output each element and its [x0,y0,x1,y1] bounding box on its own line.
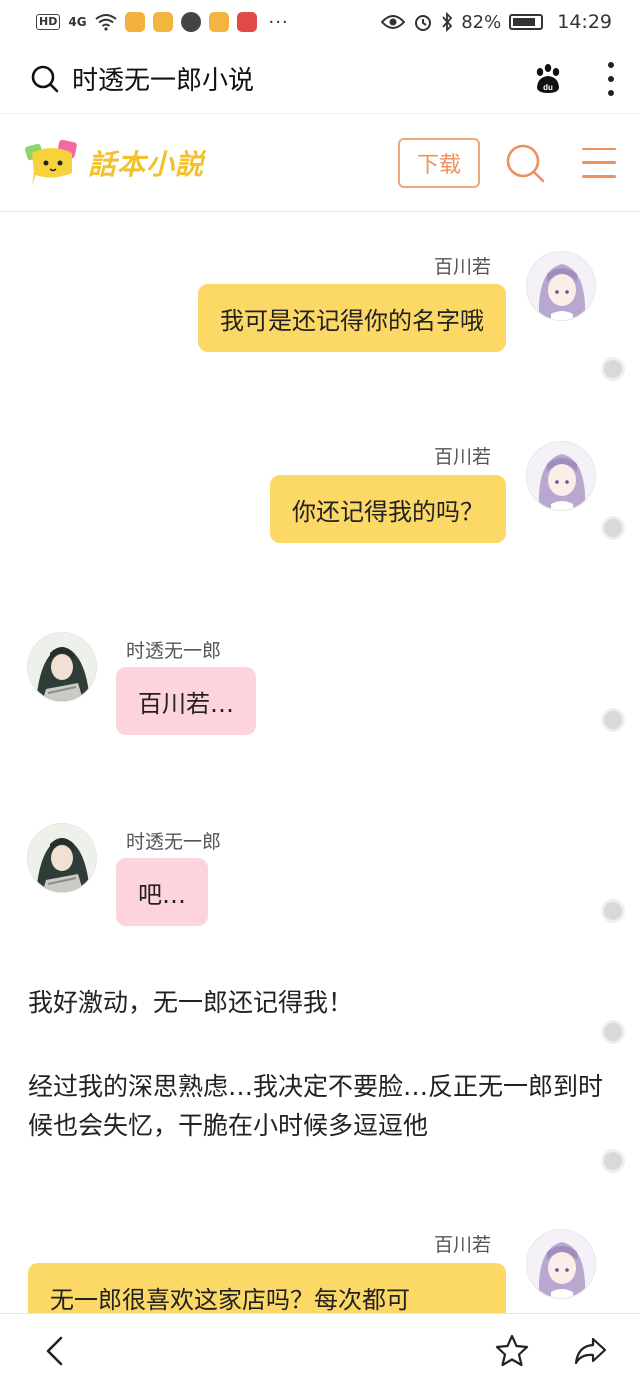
avatar-baichuanruo [526,1229,596,1299]
speaker-name: 百川若 [434,446,492,468]
bluetooth-icon [442,12,453,32]
status-bar: HD 4G ··· 82% 14:29 [0,0,640,44]
avatar-baichuanruo [526,251,596,321]
menu-icon[interactable] [582,147,616,178]
more-vertical-icon[interactable] [606,61,616,96]
speaker-name: 百川若 [434,256,492,278]
battery-icon [509,14,544,30]
speaker-name: 时透无一郎 [126,640,222,662]
status-right: 82% 14:29 [381,11,612,33]
site-logo-text[interactable]: 話本小説 [88,143,398,183]
share-icon[interactable] [572,1333,608,1369]
browser-bottom-bar [0,1313,640,1387]
comment-dot-button[interactable] [601,1149,625,1173]
chat-bubble: 吧… [116,858,208,926]
comment-dot-button[interactable] [601,516,625,540]
avatar-tokito-muichiro [27,823,97,893]
comment-dot-button[interactable] [601,708,625,732]
avatar-baichuanruo [526,441,596,511]
chat-bubble: 百川若… [116,667,256,735]
battery-percent: 82% [461,11,502,33]
back-icon[interactable] [38,1333,74,1369]
app-notification-icon [124,12,145,32]
browser-search-bar[interactable]: 时透无一郎小说 du [0,44,640,114]
svg-text:du: du [543,83,553,92]
hd-badge: HD [36,14,61,30]
logo-mascot-icon[interactable] [24,135,80,191]
narration-paragraph: 我好激动，无一郎还记得我！ [28,988,354,1017]
weibo-icon [208,12,229,32]
signal-icon: 4G [68,15,87,29]
huawei-icon [236,12,257,32]
comment-dot-button[interactable] [601,1020,625,1044]
star-icon[interactable] [494,1333,530,1369]
search-query-text[interactable]: 时透无一郎小说 [72,60,532,97]
speaker-name: 时透无一郎 [126,831,222,853]
baidu-paw-icon[interactable]: du [532,63,564,95]
alarm-icon [415,15,432,31]
download-button[interactable]: 下载 [398,137,480,188]
site-header: 話本小説 下载 [0,114,640,212]
clock: 14:29 [557,11,612,33]
chat-bubble: 无一郎很喜欢这家店吗？每次都可 [28,1263,506,1313]
chat-content: 百川若 我可是还记得你的名字哦 百川若 你还记得我的吗？ 时透无一郎 百川若… … [0,213,640,1313]
comment-dot-button[interactable] [601,899,625,923]
search-icon[interactable] [30,64,60,94]
status-left: HD 4G ··· [36,12,289,33]
avatar-tokito-muichiro [27,632,97,702]
search-icon[interactable] [504,142,546,184]
chat-bubble: 我可是还记得你的名字哦 [198,284,506,352]
chat-bubble: 你还记得我的吗？ [270,475,506,543]
eye-icon [381,15,406,29]
app-notification-icon [180,12,201,32]
wifi-icon [94,14,117,31]
comment-dot-button[interactable] [601,357,625,381]
weibo-icon [152,12,173,32]
speaker-name: 百川若 [434,1234,492,1256]
narration-paragraph: 经过我的深思熟虑…我决定不要脸…反正无一郎到时候也会失忆，干脆在小时候多逗逗他 [28,1072,604,1140]
more-notifications-icon: ··· [268,11,289,33]
